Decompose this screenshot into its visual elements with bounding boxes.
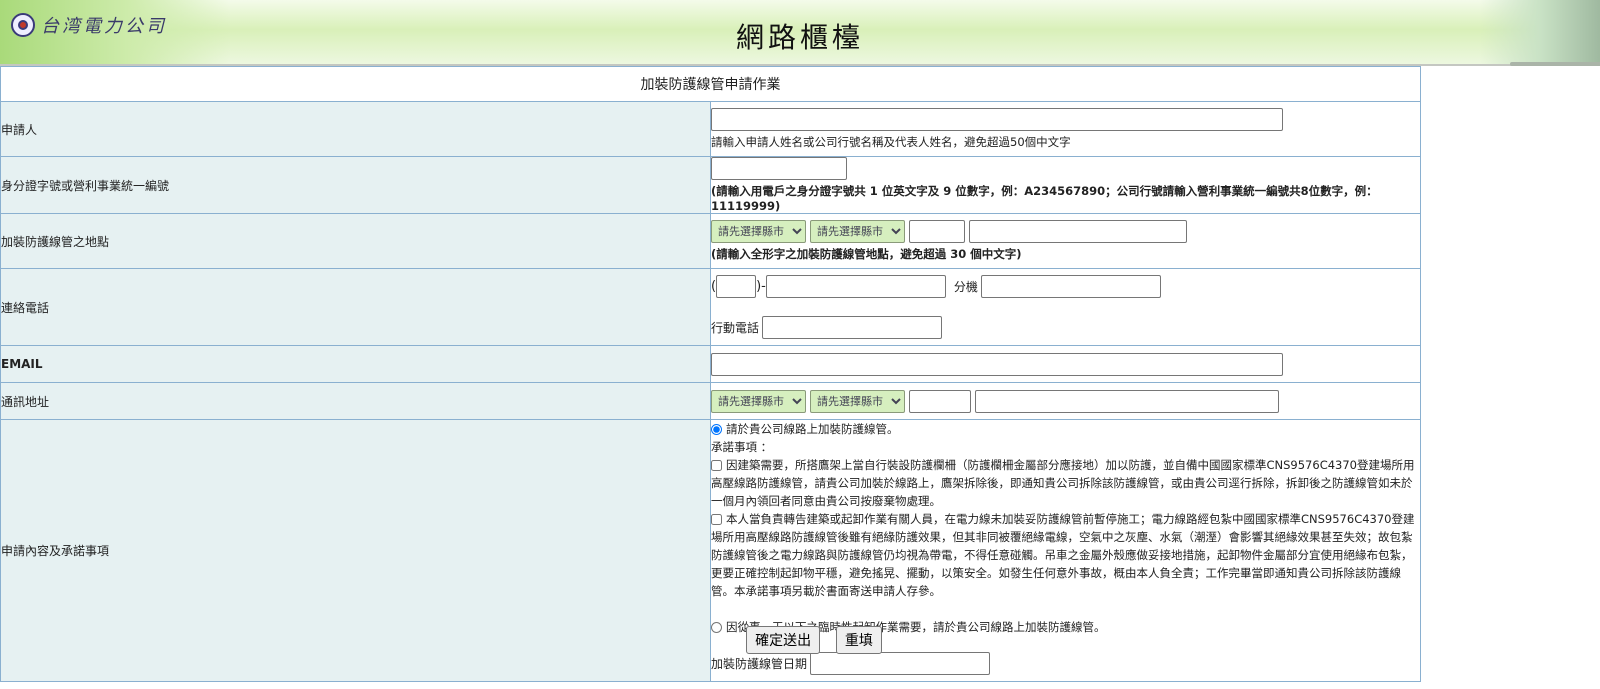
phone-number-input[interactable]: [765, 275, 946, 298]
email-label: EMAIL: [0, 345, 711, 383]
id-number-hint: (請輸入用電戶之身分證字號共 1 位英文字及 9 位數字，例：A23456789…: [711, 184, 1378, 213]
area-code-input[interactable]: [716, 275, 757, 298]
extension-label: 分機: [953, 280, 978, 294]
header-swoosh: [1510, 62, 1600, 66]
install-location-hint: (請輸入全形字之加裝防護線管地點，避免超過 30 個中文字): [711, 247, 1022, 261]
site-title: 網路櫃檯: [735, 21, 864, 54]
install-location-row: 加裝防護線管之地點 請先選擇縣市 請先選擇縣市 (請輸入全形字之加裝防護線管地點…: [0, 213, 1421, 269]
form-caption: 加裝防護線管申請作業: [0, 66, 1421, 102]
commitment-1-checkbox[interactable]: [711, 460, 722, 471]
mobile-label: 行動電話: [711, 321, 760, 335]
install-date-label: 加裝防護線管日期: [711, 656, 808, 671]
option-install-permanent: 請於貴公司線路上加裝防護線管。: [711, 420, 1420, 438]
email-row: EMAIL: [0, 345, 1421, 383]
reset-button[interactable]: 重填: [835, 626, 882, 654]
install-location-label: 加裝防護線管之地點: [0, 213, 711, 269]
application-form-table: 加裝防護線管申請作業 申請人 請輸入申請人姓名或公司行號名稱及代表人姓名，避免超…: [0, 66, 1421, 682]
commitment-1-text: 因建築需要，所搭鷹架上當自行裝設防護欄柵（防護欄柵金屬部分應接地）加以防護，並自…: [711, 458, 1415, 508]
option-install-permanent-radio[interactable]: [711, 424, 722, 435]
install-county-select[interactable]: 請先選擇縣市: [711, 220, 806, 243]
commitments-title: 承諾事項 ：: [711, 440, 773, 454]
commitment-1: 因建築需要，所搭鷹架上當自行裝設防護欄柵（防護欄柵金屬部分應接地）加以防護，並自…: [711, 456, 1420, 510]
phone-label: 連絡電話: [0, 268, 711, 346]
install-zip-input[interactable]: [909, 220, 965, 243]
mailing-address-label: 通訊地址: [0, 382, 711, 420]
phone-row: 連絡電話 ( )- 分機 行動電話: [0, 268, 1421, 346]
applicant-input[interactable]: [711, 108, 1283, 131]
commitment-2-checkbox[interactable]: [711, 514, 722, 525]
extension-input[interactable]: [980, 275, 1161, 298]
page-header: 台湾電力公司 網路櫃檯: [0, 0, 1600, 66]
applicant-row: 申請人 請輸入申請人姓名或公司行號名稱及代表人姓名，避免超過50個中文字: [0, 101, 1421, 157]
form-buttons: 確定送出 重填: [0, 626, 1600, 654]
install-address-input[interactable]: [969, 220, 1187, 243]
applicant-label: 申請人: [0, 101, 711, 157]
email-input[interactable]: [711, 352, 1283, 376]
id-number-row: 身分證字號或營利事業統一編號 (請輸入用電戶之身分證字號共 1 位英文字及 9 …: [0, 156, 1421, 214]
mailing-county-select[interactable]: 請先選擇縣市: [711, 389, 806, 413]
id-number-label: 身分證字號或營利事業統一編號: [0, 156, 711, 214]
option-install-permanent-text: 請於貴公司線路上加裝防護線管。: [726, 422, 899, 436]
id-number-input[interactable]: [711, 157, 847, 180]
mailing-address-row: 通訊地址 請先選擇縣市 請先選擇縣市: [0, 382, 1421, 420]
mailing-zip-input[interactable]: [909, 389, 971, 413]
mailing-address-input[interactable]: [975, 389, 1279, 413]
install-date-input[interactable]: [810, 652, 991, 675]
area-code-close-paren: )-: [756, 279, 766, 294]
install-district-select[interactable]: 請先選擇縣市: [810, 220, 905, 243]
applicant-hint: 請輸入申請人姓名或公司行號名稱及代表人姓名，避免超過50個中文字: [711, 135, 1071, 149]
mobile-input[interactable]: [762, 316, 943, 339]
commitment-2-text: 本人當負責轉告建築或起卸作業有關人員，在電力線未加裝妥防護線管前暫停施工；電力線…: [711, 512, 1415, 598]
commitment-2: 本人當負責轉告建築或起卸作業有關人員，在電力線未加裝妥防護線管前暫停施工；電力線…: [711, 510, 1420, 600]
mailing-district-select[interactable]: 請先選擇縣市: [810, 389, 905, 413]
submit-button[interactable]: 確定送出: [746, 626, 821, 654]
